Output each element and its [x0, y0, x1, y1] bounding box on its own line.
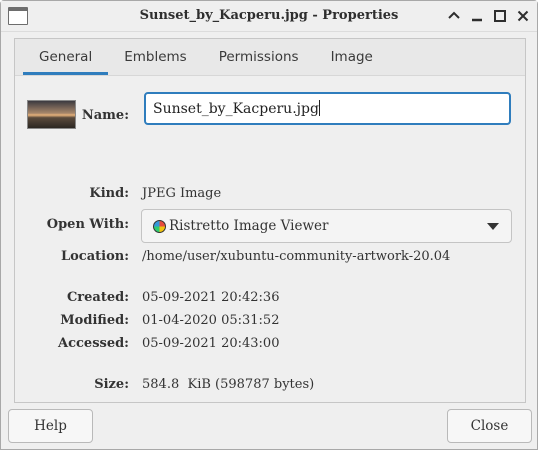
- kind-value: JPEG Image: [142, 186, 222, 201]
- accessed-label: Accessed:: [58, 336, 129, 351]
- location-value: /home/user/xubuntu-community-artwork-20.…: [142, 249, 451, 264]
- open-with-label: Open With:: [46, 217, 129, 232]
- general-pane: Name: Sunset_by_Kacperu.jpg Kind: JPEG I…: [15, 75, 525, 402]
- text-caret: [318, 100, 320, 116]
- open-with-value: Ristretto Image Viewer: [169, 218, 329, 234]
- dropdown-arrow-icon: [487, 223, 499, 230]
- modified-value: 01-04-2020 05:31:52: [142, 313, 280, 328]
- title-bar[interactable]: Sunset_by_Kacperu.jpg - Properties: [1, 1, 537, 32]
- open-with-combo[interactable]: Ristretto Image Viewer: [141, 209, 512, 243]
- ristretto-icon: [153, 220, 166, 233]
- size-value: 584.8 KiB (598787 bytes): [142, 377, 315, 392]
- chevron-up-icon[interactable]: [445, 7, 463, 25]
- created-value: 05-09-2021 20:42:36: [142, 290, 280, 305]
- name-label: Name:: [81, 108, 129, 123]
- tab-permissions[interactable]: Permissions: [203, 39, 315, 75]
- name-input[interactable]: Sunset_by_Kacperu.jpg: [144, 92, 511, 125]
- tab-image[interactable]: Image: [315, 39, 389, 75]
- maximize-icon[interactable]: [491, 7, 509, 25]
- location-label: Location:: [60, 249, 129, 264]
- close-button[interactable]: Close: [447, 409, 532, 443]
- kind-label: Kind:: [89, 186, 129, 201]
- size-label: Size:: [94, 377, 129, 392]
- properties-dialog: Sunset_by_Kacperu.jpg - Properties Gener…: [0, 0, 538, 450]
- modified-label: Modified:: [60, 313, 129, 328]
- minimize-icon[interactable]: [468, 7, 486, 25]
- notebook: General Emblems Permissions Image Name: …: [14, 38, 526, 403]
- created-label: Created:: [66, 290, 129, 305]
- tab-bar: General Emblems Permissions Image: [23, 39, 389, 75]
- name-input-text: Sunset_by_Kacperu.jpg: [153, 101, 319, 117]
- tab-general[interactable]: General: [23, 39, 109, 75]
- help-button[interactable]: Help: [8, 409, 93, 443]
- image-thumbnail: [27, 100, 76, 129]
- accessed-value: 05-09-2021 20:43:00: [142, 336, 280, 351]
- tab-emblems[interactable]: Emblems: [108, 39, 203, 75]
- close-icon[interactable]: [514, 7, 532, 25]
